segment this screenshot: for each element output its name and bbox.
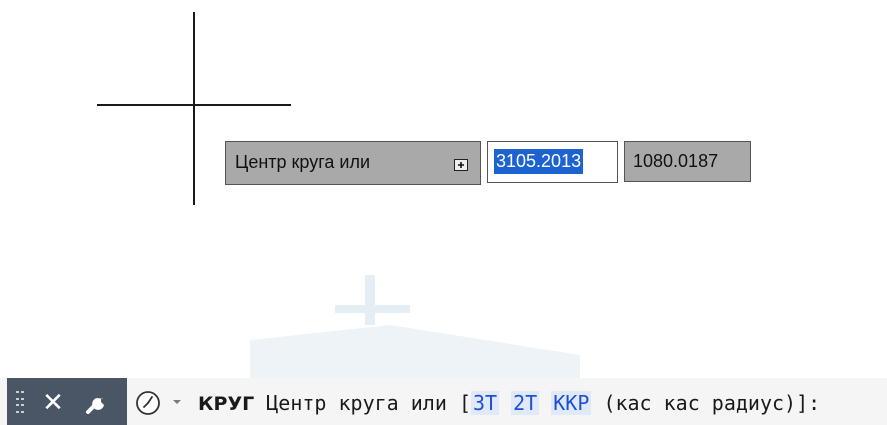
option-2t[interactable]: 2T <box>511 391 540 415</box>
option-3t[interactable]: 3T <box>470 391 500 415</box>
options-arrow-icon[interactable] <box>454 159 468 171</box>
close-bracket: ]: <box>796 391 821 415</box>
dynamic-input-prompt: Центр круга или <box>225 141 481 185</box>
dynamic-input-prompt-label: Центр круга или <box>235 152 370 172</box>
clock-icon[interactable] <box>133 388 163 418</box>
command-prompt-text[interactable]: КРУГ Центр круга или [3T 2T ККР (кас кас… <box>198 389 820 418</box>
option-note: (кас кас радиус) <box>603 391 797 415</box>
crosshair-vertical-line <box>193 12 195 205</box>
crosshair-horizontal-line <box>97 104 291 106</box>
command-prompt: Центр круга или <box>266 391 447 415</box>
y-coordinate-value: 1080.0187 <box>633 151 719 171</box>
close-icon[interactable]: ✕ <box>38 388 68 418</box>
x-coordinate-input[interactable]: 3105.2013 <box>487 141 618 183</box>
option-kkr[interactable]: ККР <box>551 391 592 415</box>
open-bracket: [ <box>458 391 471 415</box>
command-name: КРУГ <box>198 393 255 415</box>
grip-handle[interactable] <box>16 391 24 415</box>
chevron-down-icon[interactable] <box>172 398 182 406</box>
wrench-icon[interactable] <box>82 388 112 418</box>
x-coordinate-value: 3105.2013 <box>494 149 584 174</box>
y-coordinate-input[interactable]: 1080.0187 <box>624 141 751 182</box>
watermark-logo <box>250 275 580 380</box>
